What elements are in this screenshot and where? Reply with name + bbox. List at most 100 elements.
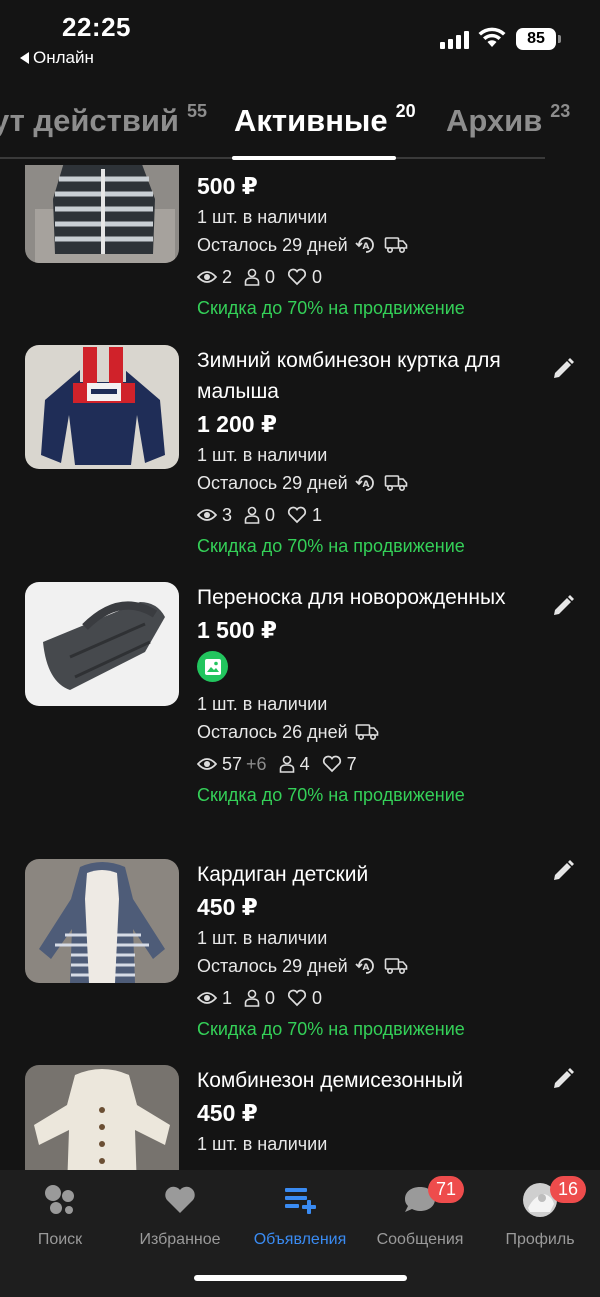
tab-awaiting-action[interactable]: ут действий 55 [0, 101, 208, 139]
status-time: 22:25 [62, 12, 131, 42]
stock-text: 1 шт. в наличии [197, 1134, 328, 1154]
tab-label: Активные [234, 103, 388, 138]
listing-remaining: Осталось 29 дней A [197, 952, 537, 980]
listing-title[interactable]: Комбинезон демисезонный [197, 1065, 557, 1096]
person-icon [279, 755, 295, 773]
listing-stock: 1 шт. в наличии [197, 924, 537, 952]
views-count: 1 [222, 988, 233, 1008]
person-icon [244, 506, 260, 524]
listing-photo[interactable] [25, 859, 179, 983]
listing-price: 1 200 ₽ [197, 411, 277, 437]
promotion-discount-link[interactable]: Скидка до 70% на продвижение [197, 1015, 537, 1043]
promotion-discount-link[interactable]: Скидка до 70% на продвижение [197, 294, 537, 322]
delivery-truck-icon [384, 236, 408, 254]
stock-text: 1 шт. в наличии [197, 207, 328, 227]
listing-info: Переноска для новорожденных 1 500 ₽ 1 шт… [197, 582, 537, 809]
listing-photo[interactable] [25, 1065, 179, 1170]
edit-pencil-icon[interactable] [551, 594, 575, 623]
listing-stats: 1 0 0 [197, 984, 537, 1012]
search-dots-icon [0, 1180, 120, 1220]
battery-indicator: 85 [516, 28, 561, 50]
person-icon [244, 268, 260, 286]
autorenew-icon: A [355, 473, 377, 493]
tab-label: ут действий [0, 103, 179, 138]
remaining-text: Осталось 29 дней [197, 235, 348, 255]
tab-count: 55 [186, 101, 208, 121]
nav-favorites[interactable]: Избранное [120, 1180, 240, 1249]
listing-photo[interactable] [25, 345, 179, 469]
chat-bubble-icon: 71 [360, 1176, 480, 1220]
listing-item[interactable]: Зимний комбинезон куртка для малыша 1 20… [0, 345, 600, 585]
contacts-count: 0 [265, 267, 276, 287]
listing-photo[interactable] [25, 582, 179, 706]
photo-promo-icon[interactable] [197, 651, 228, 682]
tab-archive[interactable]: Архив 23 [446, 101, 570, 139]
edit-pencil-icon[interactable] [551, 357, 575, 386]
nav-search[interactable]: Поиск [0, 1180, 120, 1249]
listing-title[interactable]: Зимний комбинезон куртка для малыша [197, 345, 537, 407]
nav-label: Объявления [253, 1231, 347, 1248]
delivery-truck-icon [384, 474, 408, 492]
tab-count: 20 [395, 101, 416, 121]
listing-stats: 2 0 0 [197, 263, 537, 291]
avatar: 16 [480, 1176, 600, 1220]
contacts-count: 0 [265, 988, 276, 1008]
eye-icon [197, 269, 217, 285]
profile-badge: 16 [550, 1176, 587, 1203]
listing-stats: 3 0 1 [197, 501, 537, 529]
remaining-text: Осталось 29 дней [197, 956, 348, 976]
delivery-truck-icon [384, 957, 408, 975]
listing-item[interactable]: Комбинезон демисезонный 450 ₽ 1 шт. в на… [0, 1065, 600, 1170]
listing-item[interactable]: Переноска для новорожденных 1 500 ₽ 1 шт… [0, 582, 600, 862]
listing-stock: 1 шт. в наличии [197, 441, 537, 469]
nav-label: Сообщения [376, 1231, 464, 1248]
contacts-count: 4 [299, 754, 310, 774]
listing-stats: 57 +6 4 7 [197, 750, 537, 778]
listing-info: Кардиган детский 450 ₽ 1 шт. в наличии О… [197, 859, 537, 1043]
edit-pencil-icon[interactable] [551, 859, 575, 888]
wifi-icon [478, 27, 506, 47]
listing-item[interactable]: 500 ₽ 1 шт. в наличии Осталось 29 дней A… [0, 165, 600, 345]
nav-label: Избранное [139, 1231, 221, 1248]
remaining-text: Осталось 29 дней [197, 473, 348, 493]
eye-icon [197, 507, 217, 523]
cellular-signal-icon [440, 29, 469, 49]
promotion-discount-link[interactable]: Скидка до 70% на продвижение [197, 781, 537, 809]
contacts-count: 0 [265, 505, 276, 525]
back-to-app-link[interactable]: Онлайн [20, 48, 94, 68]
listing-item[interactable]: Кардиган детский 450 ₽ 1 шт. в наличии О… [0, 859, 600, 1069]
nav-profile[interactable]: 16 Профиль [480, 1176, 600, 1249]
listing-stock: 1 шт. в наличии [197, 203, 537, 231]
listing-title[interactable]: Переноска для новорожденных [197, 582, 537, 613]
promotion-discount-link[interactable]: Скидка до 70% на продвижение [197, 532, 537, 560]
nav-label: Профиль [505, 1231, 575, 1248]
favorites-count: 1 [312, 505, 323, 525]
person-icon [244, 989, 260, 1007]
nav-listings[interactable]: Объявления [240, 1180, 360, 1249]
eye-icon [197, 990, 217, 1006]
stock-text: 1 шт. в наличии [197, 694, 328, 714]
home-indicator[interactable] [194, 1275, 407, 1281]
listing-price: 450 ₽ [197, 1100, 258, 1126]
edit-pencil-icon[interactable] [551, 1067, 575, 1096]
tab-active[interactable]: Активные 20 [234, 101, 416, 139]
listing-title[interactable]: Кардиган детский [197, 859, 537, 890]
listing-photo[interactable] [25, 165, 179, 263]
listing-stock: 1 шт. в наличии [197, 1130, 557, 1158]
nav-messages[interactable]: 71 Сообщения [360, 1176, 480, 1249]
eye-icon [197, 756, 217, 772]
listings-list[interactable]: 500 ₽ 1 шт. в наличии Осталось 29 дней A… [0, 165, 600, 1170]
listing-tabs: ут действий 55 Активные 20 Архив 23 [0, 95, 600, 163]
favorites-count: 0 [312, 988, 323, 1008]
remaining-text: Осталось 26 дней [197, 722, 348, 742]
listing-remaining: Осталось 29 дней A [197, 469, 537, 497]
autorenew-icon: A [355, 235, 377, 255]
views-count: 2 [222, 267, 233, 287]
heart-outline-icon [287, 989, 307, 1007]
favorites-count: 0 [312, 267, 323, 287]
favorites-count: 7 [346, 754, 357, 774]
delivery-truck-icon [355, 723, 379, 741]
listing-info: Комбинезон демисезонный 450 ₽ 1 шт. в на… [197, 1065, 557, 1158]
listing-price: 450 ₽ [197, 894, 258, 920]
views-count: 57 [222, 754, 243, 774]
